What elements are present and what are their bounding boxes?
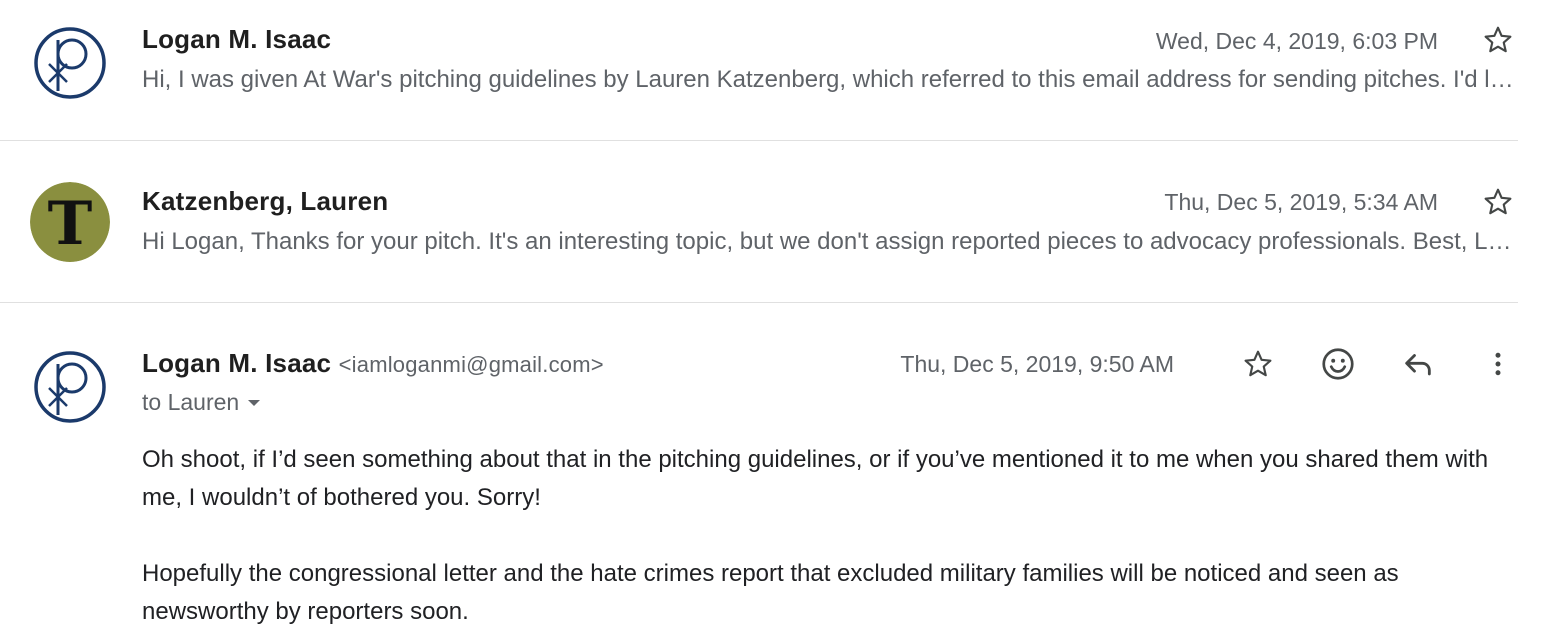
collapsed-message-2[interactable]: T Katzenberg, Lauren Thu, Dec 5, 2019, 5…: [0, 141, 1520, 302]
message-snippet: Hi Logan, Thanks for your pitch. It's an…: [142, 228, 1517, 255]
sender-name: Logan M. Isaac: [142, 24, 332, 54]
email-thread: Logan M. Isaac Wed, Dec 4, 2019, 6:03 PM…: [0, 0, 1544, 642]
body-paragraph: Hopefully the congressional letter and t…: [142, 560, 1399, 625]
recipients-label: to Lauren: [142, 389, 240, 415]
star-icon[interactable]: [1478, 20, 1518, 60]
sender-name: Katzenberg, Lauren: [142, 186, 389, 216]
message-date: Thu, Dec 5, 2019, 9:50 AM: [900, 351, 1174, 377]
star-icon[interactable]: [1478, 182, 1518, 222]
body-paragraph: Oh shoot, if I’d seen something about th…: [142, 446, 1489, 511]
message-snippet: Hi, I was given At War's pitching guidel…: [142, 66, 1517, 93]
sender-avatar-chi-rho-logo[interactable]: [30, 23, 110, 103]
sender-email: <iamloganmi@gmail.com>: [338, 352, 604, 377]
sender-header: Logan M. Isaac <iamloganmi@gmail.com>: [142, 348, 604, 379]
sender-avatar-nyt-logo[interactable]: T: [30, 182, 110, 262]
sender-avatar-chi-rho-logo[interactable]: [30, 347, 110, 427]
recipients-toggle[interactable]: to Lauren: [142, 389, 261, 416]
message-body: Oh shoot, if I’d seen something about th…: [142, 441, 1512, 631]
more-vert-icon[interactable]: [1478, 344, 1518, 384]
collapsed-message-1[interactable]: Logan M. Isaac Wed, Dec 4, 2019, 6:03 PM…: [0, 0, 1520, 140]
emoji-reaction-icon[interactable]: [1318, 344, 1358, 384]
star-icon[interactable]: [1238, 344, 1278, 384]
expanded-message: Logan M. Isaac <iamloganmi@gmail.com> Th…: [0, 303, 1520, 642]
message-date: Thu, Dec 5, 2019, 5:34 AM: [1164, 189, 1438, 215]
message-date: Wed, Dec 4, 2019, 6:03 PM: [1155, 28, 1438, 54]
reply-icon[interactable]: [1398, 344, 1438, 384]
dropdown-arrow-icon: [248, 399, 261, 406]
svg-text:T: T: [48, 189, 93, 259]
sender-name: Logan M. Isaac: [142, 348, 332, 378]
